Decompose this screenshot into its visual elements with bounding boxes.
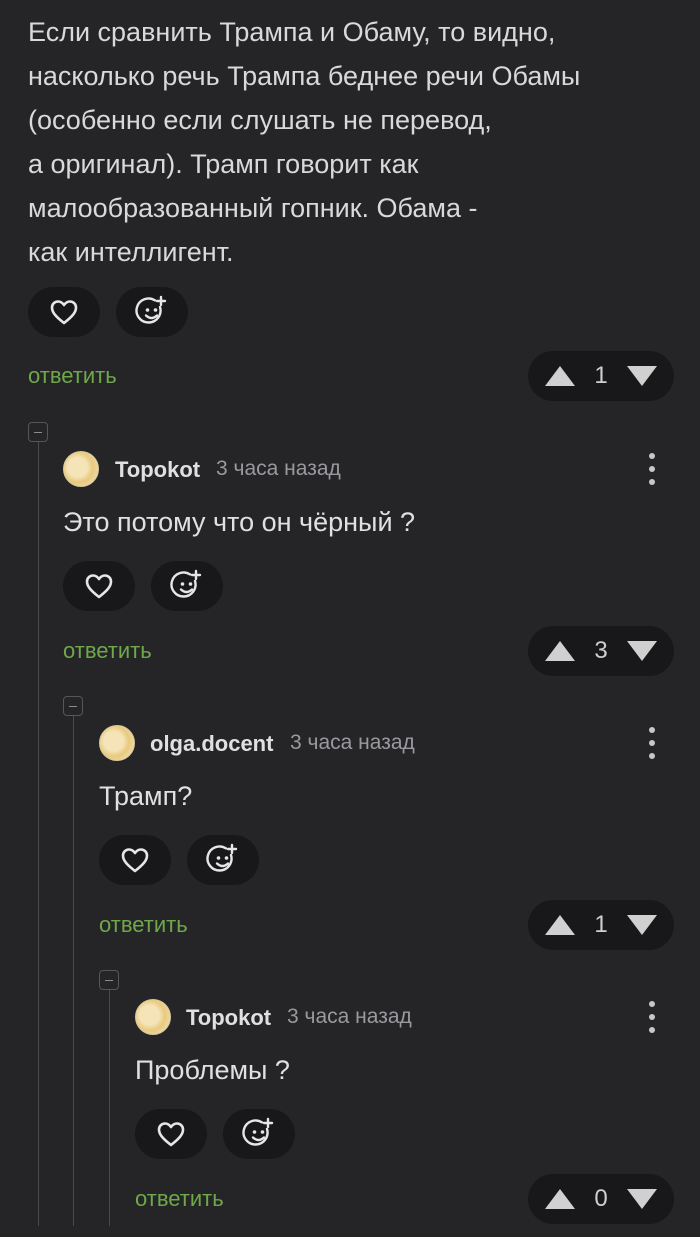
like-button[interactable] xyxy=(135,1109,207,1159)
like-button[interactable] xyxy=(63,561,135,611)
thread-line xyxy=(38,442,39,1226)
vote-count: 1 xyxy=(594,362,608,389)
avatar[interactable] xyxy=(135,999,171,1035)
collapse-button[interactable] xyxy=(63,696,83,716)
vertical-dots-icon[interactable] xyxy=(648,1001,656,1033)
vote-control: 1 xyxy=(528,351,674,401)
vote-control: 0 xyxy=(528,1174,674,1224)
minus-square-icon xyxy=(69,705,77,707)
reply-link[interactable]: ответить xyxy=(135,1186,224,1212)
heart-icon xyxy=(157,1122,185,1147)
comment-time: 3 часа назад xyxy=(290,731,415,754)
like-button[interactable] xyxy=(28,287,100,337)
vertical-dots-icon[interactable] xyxy=(648,453,656,485)
heart-icon xyxy=(50,300,78,325)
heart-icon xyxy=(121,848,149,873)
vertical-dots-icon[interactable] xyxy=(648,727,656,759)
emoji-add-icon xyxy=(206,843,238,872)
minus-square-icon xyxy=(105,979,113,981)
comment-author[interactable]: olga.docent xyxy=(150,731,273,757)
triangle-down-icon[interactable] xyxy=(626,1188,658,1210)
triangle-down-icon[interactable] xyxy=(626,640,658,662)
react-button[interactable] xyxy=(151,561,223,611)
thread-line xyxy=(73,716,74,1226)
react-button[interactable] xyxy=(187,835,259,885)
vote-count: 1 xyxy=(594,911,608,938)
emoji-add-icon xyxy=(170,569,202,598)
heart-icon xyxy=(85,574,113,599)
collapse-button[interactable] xyxy=(28,422,48,442)
vote-count: 0 xyxy=(594,1185,608,1212)
like-button[interactable] xyxy=(99,835,171,885)
triangle-up-icon[interactable] xyxy=(544,365,576,387)
thread-line xyxy=(109,990,110,1226)
react-button[interactable] xyxy=(116,287,188,337)
triangle-down-icon[interactable] xyxy=(626,914,658,936)
emoji-add-icon xyxy=(135,295,167,324)
reply-link[interactable]: ответить xyxy=(99,912,188,938)
vote-control: 3 xyxy=(528,626,674,676)
avatar[interactable] xyxy=(99,725,135,761)
comment-text: Это потому что он чёрный ? xyxy=(63,507,416,537)
triangle-up-icon[interactable] xyxy=(544,914,576,936)
react-button[interactable] xyxy=(223,1109,295,1159)
triangle-up-icon[interactable] xyxy=(544,640,576,662)
emoji-add-icon xyxy=(242,1117,274,1146)
vote-count: 3 xyxy=(594,637,608,664)
reply-link[interactable]: ответить xyxy=(28,363,117,389)
comment-time: 3 часа назад xyxy=(216,457,341,480)
comment-text: Проблемы ? xyxy=(135,1055,290,1085)
triangle-down-icon[interactable] xyxy=(626,365,658,387)
root-comment-text: Если сравнить Трампа и Обаму, то видно, … xyxy=(28,17,581,267)
collapse-button[interactable] xyxy=(99,970,119,990)
reply-link[interactable]: ответить xyxy=(63,638,152,664)
avatar[interactable] xyxy=(63,451,99,487)
comment-time: 3 часа назад xyxy=(287,1005,412,1028)
triangle-up-icon[interactable] xyxy=(544,1188,576,1210)
comment-text: Трамп? xyxy=(99,781,193,811)
comment-author[interactable]: Topokot xyxy=(115,457,200,483)
minus-square-icon xyxy=(34,431,42,433)
vote-control: 1 xyxy=(528,900,674,950)
comment-author[interactable]: Topokot xyxy=(186,1005,271,1031)
